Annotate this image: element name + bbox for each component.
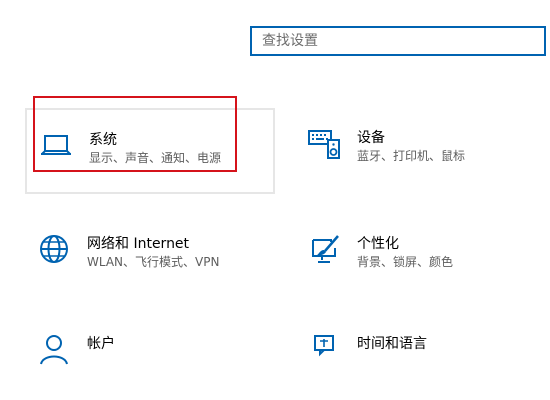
tile-accounts[interactable]: 帐户 <box>25 314 275 400</box>
tile-devices[interactable]: 设备 蓝牙、打印机、鼠标 <box>295 108 545 194</box>
tile-network-internet[interactable]: 网络和 Internet WLAN、飞行模式、VPN <box>25 214 275 300</box>
paint-brush-icon <box>312 235 339 263</box>
tile-system[interactable]: 系统 显示、声音、通知、电源 <box>25 108 275 194</box>
settings-search-box[interactable] <box>250 26 546 56</box>
tile-title: 网络和 Internet <box>87 236 190 252</box>
tile-title: 系统 <box>89 132 117 148</box>
globe-icon <box>40 235 68 263</box>
tile-description: 背景、锁屏、颜色 <box>357 255 454 269</box>
tile-title: 帐户 <box>87 336 115 352</box>
search-input[interactable] <box>252 28 544 54</box>
tile-title: 时间和语言 <box>357 336 427 352</box>
laptop-icon <box>41 135 71 155</box>
tile-title: 个性化 <box>357 236 399 252</box>
tile-description: 蓝牙、打印机、鼠标 <box>357 149 466 163</box>
tile-time-language[interactable]: 时间和语言 <box>295 314 545 400</box>
keyboard-speaker-icon <box>308 130 340 159</box>
time-language-icon <box>314 335 334 357</box>
person-icon <box>40 335 68 365</box>
tile-title: 设备 <box>357 130 385 146</box>
tile-personalization[interactable]: 个性化 背景、锁屏、颜色 <box>295 214 545 300</box>
tile-description: WLAN、飞行模式、VPN <box>87 255 220 269</box>
tile-description: 显示、声音、通知、电源 <box>89 151 222 165</box>
